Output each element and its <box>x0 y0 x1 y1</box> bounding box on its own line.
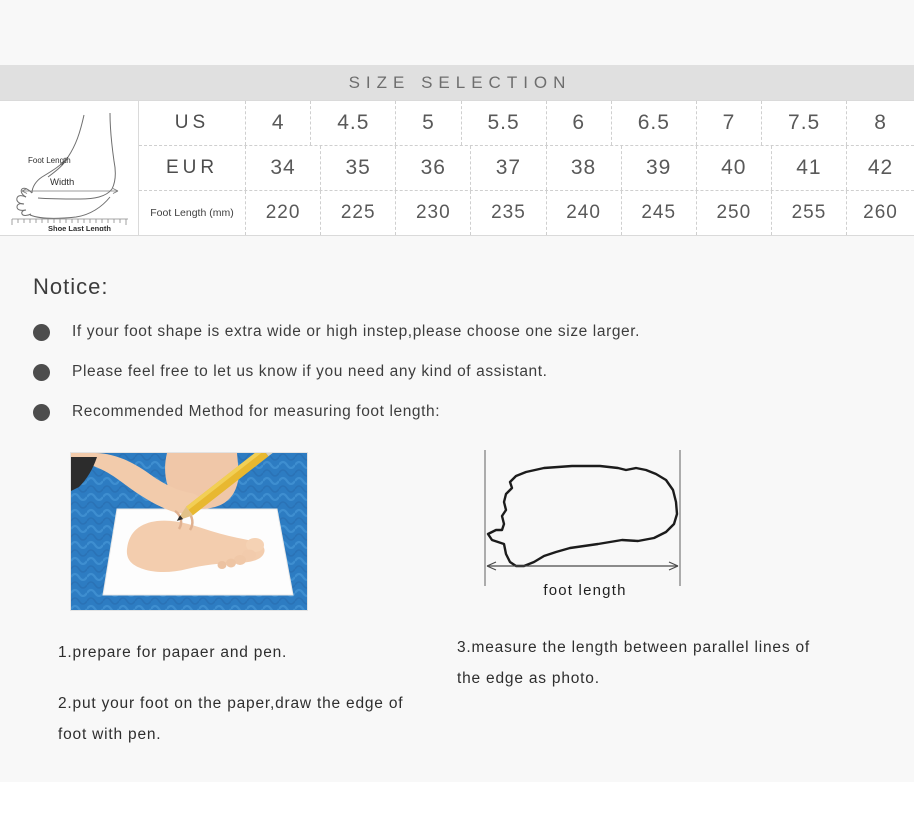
cell-len-220: 220 <box>246 191 322 235</box>
cell-len-245: 245 <box>622 191 697 235</box>
page-title: SIZE SELECTION <box>348 72 572 92</box>
cell-eur-35: 35 <box>321 146 397 190</box>
cell-eur-39: 39 <box>622 146 697 190</box>
shoe-last-length-label-text: Shoe Last Length <box>48 224 111 231</box>
bullet-icon <box>33 363 50 381</box>
cell-len-240: 240 <box>547 191 622 235</box>
cell-len-250: 250 <box>697 191 772 235</box>
foot-outline-svg <box>484 450 681 586</box>
bullet-icon <box>33 323 50 341</box>
cell-len-255: 255 <box>772 191 847 235</box>
cell-eur-42: 42 <box>867 156 894 179</box>
width-label-text: Width <box>50 177 74 188</box>
cell-len-225: 225 <box>321 191 397 235</box>
size-table-grid: US 4 4.5 5 5.5 6 6.5 7 7.5 8 EUR 34 35 3… <box>139 101 914 235</box>
row-label-us: US <box>139 101 246 145</box>
cell-eur-41: 41 <box>772 146 847 190</box>
notice-item-label: Please feel free to let us know if you n… <box>72 363 548 380</box>
cell-us-5-5: 5.5 <box>462 101 547 145</box>
foot-outline-figure: foot length <box>460 448 710 610</box>
cell-eur-36: 36 <box>396 146 472 190</box>
row-label-foot-length: Foot Length (mm) <box>139 191 246 235</box>
cell-us-6-5: 6.5 <box>612 101 697 145</box>
foot-tracing-photo-svg <box>71 453 307 610</box>
cell-eur-40: 40 <box>697 146 772 190</box>
table-row-foot-length: Foot Length (mm) 220 225 230 235 240 245… <box>139 191 914 235</box>
bullet-icon <box>33 403 50 421</box>
step-3-caption: 3.measure the length between parallel li… <box>457 639 811 687</box>
notice-list: If your foot shape is extra wide or high… <box>33 312 873 432</box>
foot-anatomy-diagram: Foot Length Width Shoe Last Length <box>0 101 139 235</box>
cell-us-5: 5 <box>396 101 462 145</box>
cell-eur-38: 38 <box>547 146 622 190</box>
size-table: Foot Length Width Shoe Last Length US 4 … <box>0 100 914 236</box>
cell-eur-34: 34 <box>246 146 322 190</box>
traced-foot-outline <box>486 464 679 568</box>
row-label-eur: EUR <box>139 146 246 190</box>
cell-len-260: 260 <box>863 202 898 223</box>
notice-heading: Notice: <box>33 274 109 299</box>
cell-us-7: 7 <box>697 101 763 145</box>
notice-item: If your foot shape is extra wide or high… <box>33 312 873 352</box>
size-selection-page: SIZE SELECTION Foot Length Width Shoe La… <box>0 0 914 814</box>
notice-item: Recommended Method for measuring foot le… <box>33 392 873 432</box>
foot-length-caption: foot length <box>543 582 627 599</box>
notice-item-label: If your foot shape is extra wide or high… <box>72 323 641 340</box>
table-row-us: US 4 4.5 5 5.5 6 6.5 7 7.5 8 <box>139 101 914 146</box>
cell-us-6: 6 <box>547 101 612 145</box>
cell-len-230: 230 <box>396 191 472 235</box>
notice-item-label: Recommended Method for measuring foot le… <box>72 403 441 420</box>
notice-item: Please feel free to let us know if you n… <box>33 352 873 392</box>
cell-us-4-5: 4.5 <box>311 101 397 145</box>
foot-tracing-photo <box>70 452 308 611</box>
step-2-caption: 2.put your foot on the paper,draw the ed… <box>58 695 404 743</box>
foot-length-label-text: Foot Length <box>28 156 71 165</box>
cell-us-4: 4 <box>246 101 312 145</box>
cell-us-8: 8 <box>874 111 887 134</box>
table-row-eur: EUR 34 35 36 37 38 39 40 41 42 <box>139 146 914 191</box>
size-selection-header: SIZE SELECTION <box>0 65 914 100</box>
cell-us-7-5: 7.5 <box>762 101 848 145</box>
step-1-caption: 1.prepare for papaer and pen. <box>58 644 288 661</box>
cell-eur-37: 37 <box>471 146 547 190</box>
dimension-arrow <box>486 561 679 571</box>
foot-anatomy-svg: Foot Length Width Shoe Last Length <box>11 112 128 231</box>
cell-len-235: 235 <box>471 191 547 235</box>
